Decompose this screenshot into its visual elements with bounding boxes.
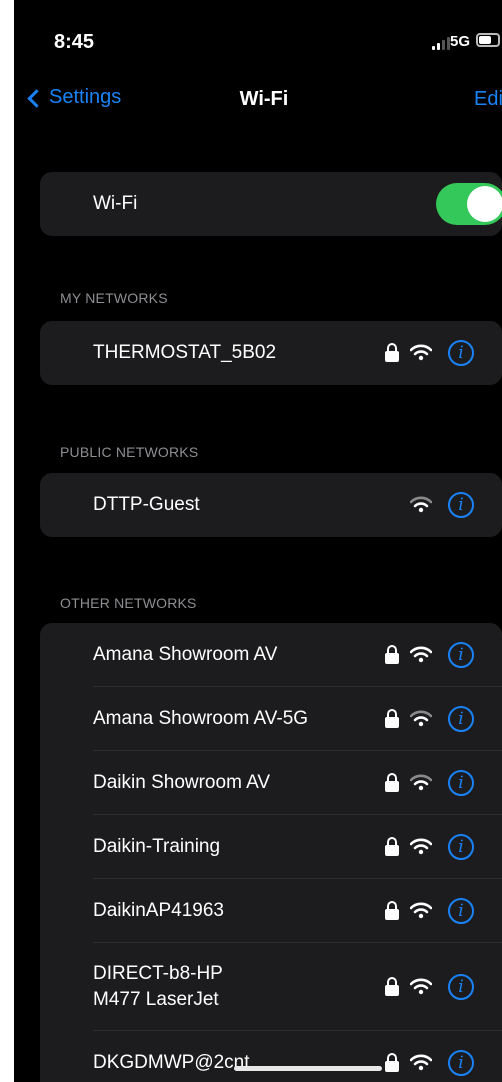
wifi-icon <box>410 646 432 663</box>
wifi-icon <box>410 774 432 791</box>
public-networks-group: DTTP-Guest i <box>40 473 502 537</box>
network-name: Amana Showroom AV <box>93 644 278 665</box>
wifi-toggle-row: Wi-Fi <box>40 172 502 236</box>
wifi-toggle-switch[interactable] <box>436 183 502 225</box>
wifi-icon <box>410 902 432 919</box>
network-name: Daikin-Training <box>93 836 221 857</box>
network-row[interactable]: THERMOSTAT_5B02 i <box>40 321 502 385</box>
battery-icon <box>476 33 500 47</box>
wifi-toggle-label: Wi-Fi <box>93 193 138 214</box>
home-indicator[interactable] <box>234 1066 382 1071</box>
network-row[interactable]: Amana Showroom AV-5G i <box>40 687 502 751</box>
section-header-other-networks: OTHER NETWORKS <box>60 595 197 611</box>
wifi-toggle-group: Wi-Fi <box>40 172 502 236</box>
network-name: Amana Showroom AV-5G <box>93 708 309 729</box>
info-icon[interactable]: i <box>448 898 474 924</box>
lock-icon <box>384 623 400 687</box>
page-title-text: Wi-Fi <box>239 88 289 110</box>
network-row[interactable]: Daikin-Training i <box>40 815 502 879</box>
info-icon[interactable]: i <box>448 492 474 518</box>
network-row[interactable]: Daikin Showroom AV i <box>40 751 502 815</box>
network-type: 5G <box>450 33 471 50</box>
page-title: Wi-Fi <box>14 88 502 111</box>
network-name: DTTP-Guest <box>93 494 200 515</box>
other-networks-group: Amana Showroom AV i Amana Showroom AV-5G… <box>40 623 502 1082</box>
network-row[interactable]: DKGDMWP@2cnt i <box>40 1031 502 1082</box>
network-name: DKGDMWP@2cnt <box>93 1052 250 1073</box>
wifi-settings-screen: 8:45 5G Settings Wi-Fi Edit Wi-Fi MY NET… <box>14 0 502 1082</box>
network-name-line2: M477 LaserJet <box>93 989 219 1010</box>
lock-icon <box>384 1031 400 1082</box>
info-icon[interactable]: i <box>448 1050 474 1076</box>
wifi-icon <box>410 344 432 361</box>
network-name-line1: DIRECT-b8-HP <box>93 963 223 984</box>
section-header-my-networks: MY NETWORKS <box>60 290 168 306</box>
network-row[interactable]: DTTP-Guest i <box>40 473 502 537</box>
network-row[interactable]: Amana Showroom AV i <box>40 623 502 687</box>
wifi-icon <box>410 1054 432 1071</box>
edit-button[interactable]: Edit <box>474 88 502 111</box>
network-name: DIRECT-b8-HP M477 LaserJet <box>93 961 223 1013</box>
section-header-public-networks: PUBLIC NETWORKS <box>60 444 199 460</box>
info-icon[interactable]: i <box>448 770 474 796</box>
lock-icon <box>384 687 400 751</box>
wifi-icon <box>410 496 432 513</box>
network-row[interactable]: DIRECT-b8-HP M477 LaserJet i <box>40 943 502 1031</box>
info-icon[interactable]: i <box>448 974 474 1000</box>
wifi-icon <box>410 710 432 727</box>
network-name: DaikinAP41963 <box>93 900 224 921</box>
info-icon[interactable]: i <box>448 706 474 732</box>
network-row[interactable]: DaikinAP41963 i <box>40 879 502 943</box>
lock-icon <box>384 879 400 943</box>
lock-icon <box>384 321 400 385</box>
lock-icon <box>384 815 400 879</box>
wifi-icon <box>410 838 432 855</box>
network-name: Daikin Showroom AV <box>93 772 271 793</box>
lock-icon <box>384 943 400 1031</box>
network-name: THERMOSTAT_5B02 <box>93 342 277 363</box>
toggle-knob <box>467 186 502 222</box>
wifi-icon <box>410 978 432 995</box>
info-icon[interactable]: i <box>448 642 474 668</box>
info-icon[interactable]: i <box>448 834 474 860</box>
lock-icon <box>384 751 400 815</box>
status-time: 8:45 <box>54 31 95 53</box>
my-networks-group: THERMOSTAT_5B02 i <box>40 321 502 385</box>
info-icon[interactable]: i <box>448 340 474 366</box>
